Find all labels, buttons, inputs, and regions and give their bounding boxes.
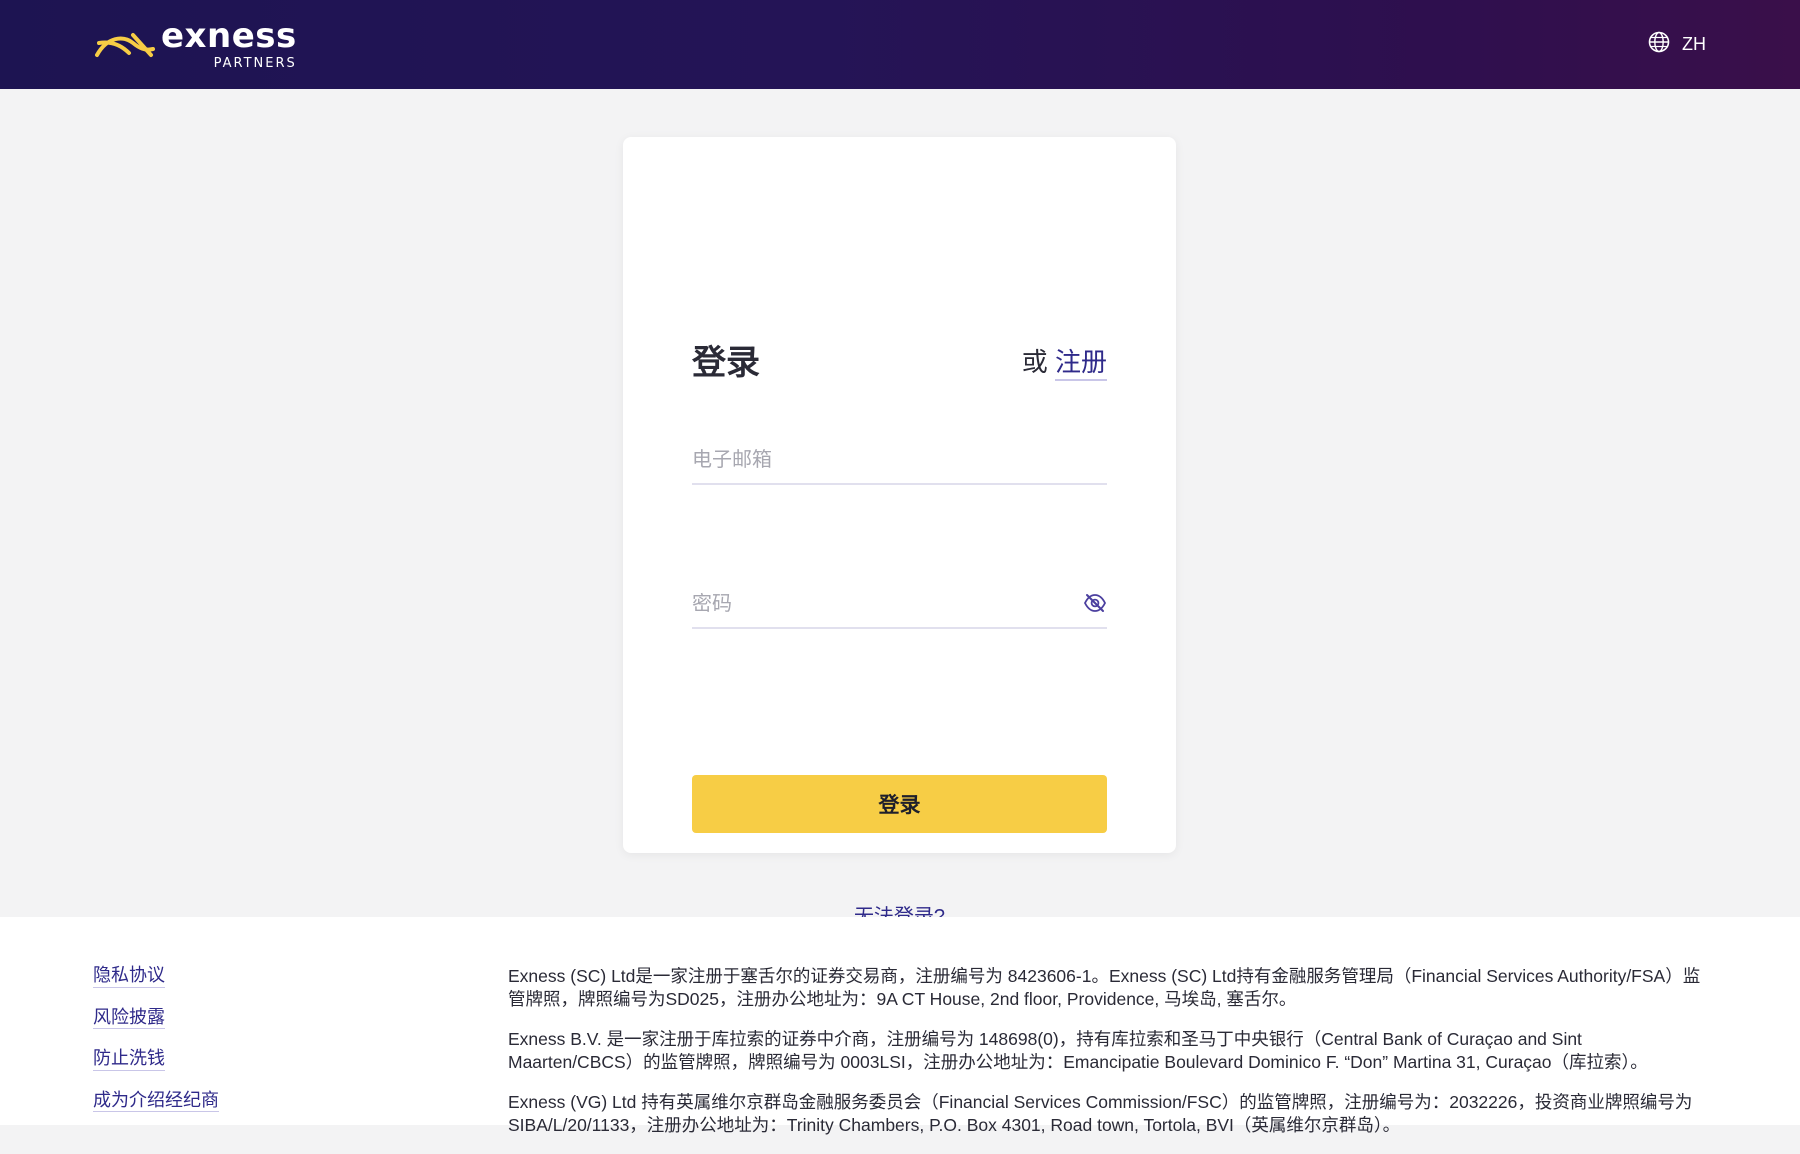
footer-link-risk[interactable]: 风险披露 xyxy=(93,1007,165,1030)
globe-icon xyxy=(1648,31,1670,58)
password-field-wrapper xyxy=(692,581,1107,629)
footer-link-privacy[interactable]: 隐私协议 xyxy=(93,965,165,988)
top-header: exness PARTNERS ZH xyxy=(0,0,1800,89)
footer-link-aml[interactable]: 防止洗钱 xyxy=(93,1048,165,1071)
exness-partners-logo[interactable]: exness PARTNERS xyxy=(93,19,297,70)
or-label: 或 xyxy=(1021,347,1048,377)
login-card: 登录 或 注册 登录 无法登录? xyxy=(623,137,1176,932)
language-code: ZH xyxy=(1682,34,1706,54)
logo-text: exness PARTNERS xyxy=(161,19,297,70)
footer-link-become-ib[interactable]: 成为介绍经纪商 xyxy=(93,1090,219,1113)
legal-paragraph-bv: Exness B.V. 是一家注册于库拉索的证券中介商，注册编号为 148698… xyxy=(508,1029,1648,1072)
register-switch: 或 注册 xyxy=(1021,342,1107,381)
exness-logo-icon xyxy=(93,31,155,59)
password-input[interactable] xyxy=(692,581,1107,627)
legal-paragraph-sc: Exness (SC) Ltd是一家注册于塞舌尔的证券交易商，注册编号为 842… xyxy=(508,966,1701,1009)
legal-disclaimer: Exness (SC) Ltd是一家注册于塞舌尔的证券交易商，注册编号为 842… xyxy=(508,965,1708,1154)
login-title: 登录 xyxy=(692,344,760,382)
login-button[interactable]: 登录 xyxy=(692,775,1107,833)
logo-word: exness xyxy=(161,16,297,56)
footer-links: 隐私协议 风险披露 防止洗钱 成为介绍经纪商 xyxy=(93,965,219,1113)
legal-paragraph-vg: Exness (VG) Ltd 持有英属维尔京群岛金融服务委员会（Financi… xyxy=(508,1092,1693,1135)
logo-subtitle: PARTNERS xyxy=(213,56,297,71)
email-input[interactable] xyxy=(692,437,1107,483)
page-footer: 隐私协议 风险披露 防止洗钱 成为介绍经纪商 Exness (SC) Ltd是一… xyxy=(0,917,1800,1135)
register-link[interactable]: 注册 xyxy=(1054,347,1107,381)
language-switcher[interactable]: ZH xyxy=(1648,31,1706,58)
email-field-wrapper xyxy=(692,437,1107,485)
eye-off-icon[interactable] xyxy=(1083,593,1107,618)
